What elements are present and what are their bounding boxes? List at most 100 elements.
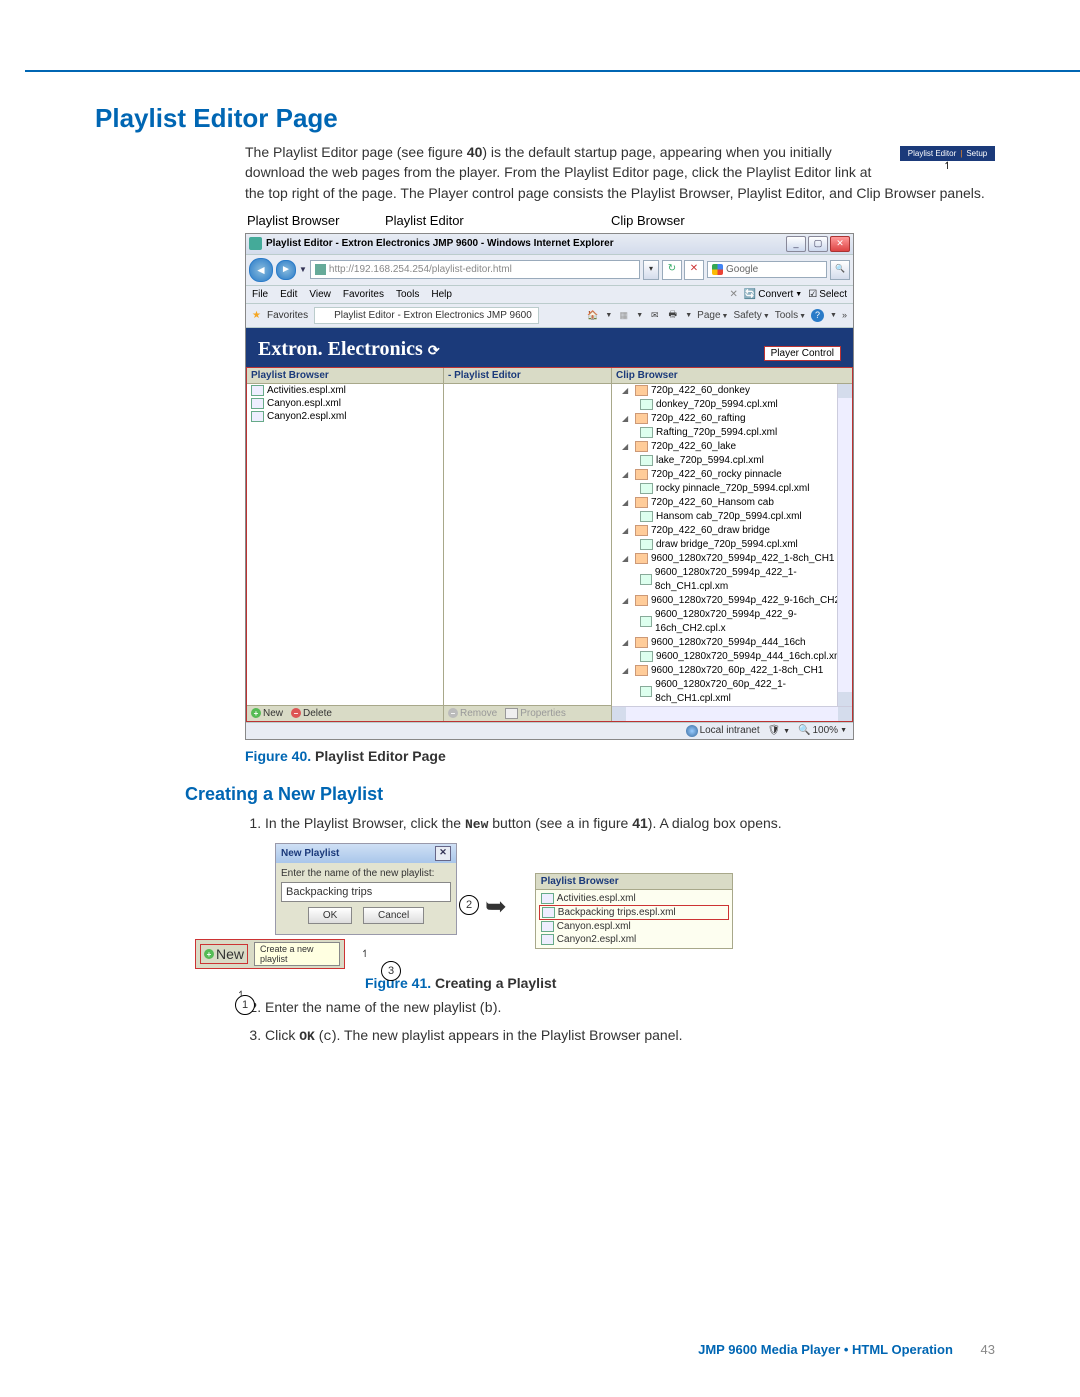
tree-folder[interactable]: ◢720p_422_60_rafting [612, 412, 852, 426]
mail-icon[interactable]: ✉ [648, 309, 661, 322]
convert-button[interactable]: 🔄Convert ▼ [744, 289, 802, 300]
horizontal-scrollbar[interactable] [612, 706, 852, 721]
plus-icon: + [204, 949, 214, 959]
steps-list-cont: Enter the name of the new playlist (b). … [245, 997, 995, 1048]
list-item[interactable]: Activities.espl.xml [247, 384, 443, 397]
expand-icon[interactable]: ◢ [622, 468, 630, 482]
list-item[interactable]: Canyon2.espl.xml [539, 933, 729, 946]
dialog-close-button[interactable]: ✕ [435, 846, 451, 861]
playlist-browser-panel: Playlist Browser Activities.espl.xml Can… [247, 368, 444, 721]
file-icon [640, 511, 653, 522]
cancel-button[interactable]: Cancel [363, 907, 424, 924]
tree-folder[interactable]: ◢9600_1280x720_5994p_444_16ch [612, 636, 852, 650]
list-item-new[interactable]: Backpacking trips.espl.xml [539, 905, 729, 920]
tree-folder[interactable]: ◢9600_1280x720_5994p_422_9-16ch_CH2 [612, 594, 852, 608]
home-icon[interactable]: 🏠 [586, 309, 599, 322]
ok-button[interactable]: OK [308, 907, 352, 924]
tree-file[interactable]: donkey_720p_5994.cpl.xml [612, 398, 852, 412]
folder-icon [635, 441, 648, 452]
clip-browser-header: Clip Browser [612, 368, 852, 384]
new-button-hl[interactable]: +New [200, 944, 248, 964]
url-dropdown-button[interactable]: ▾ [643, 260, 659, 280]
expand-icon[interactable]: ◢ [622, 440, 630, 454]
list-item[interactable]: Canyon.espl.xml [247, 397, 443, 410]
star-icon[interactable]: ★ [252, 310, 261, 321]
expand-icon[interactable]: ◢ [622, 384, 630, 398]
tree-file[interactable]: 9600_1280x720_5994p_422_9-16ch_CH2.cpl.x [612, 608, 852, 636]
player-control-link[interactable]: Player Control [764, 346, 841, 361]
new-playlist-dialog: New Playlist✕ Enter the name of the new … [275, 843, 457, 935]
tree-file[interactable]: Hansom cab_720p_5994.cpl.xml [612, 510, 852, 524]
menu-file[interactable]: File [252, 289, 268, 300]
ie-window: Playlist Editor - Extron Electronics JMP… [245, 233, 854, 740]
list-item[interactable]: Canyon2.espl.xml [247, 410, 443, 423]
xml-icon [251, 385, 264, 396]
xml-icon [542, 907, 555, 918]
menu-edit[interactable]: Edit [280, 289, 297, 300]
dialog-title: New Playlist [281, 848, 339, 859]
tree-file[interactable]: rocky pinnacle_720p_5994.cpl.xml [612, 482, 852, 496]
delete-button[interactable]: –Delete [291, 708, 332, 719]
file-icon [640, 539, 653, 550]
minimize-button[interactable]: _ [786, 236, 806, 252]
tree-file[interactable]: 9600_1280x720_60p_422_1-8ch_CH1.cpl.xml [612, 678, 852, 706]
browser-tab[interactable]: Playlist Editor - Extron Electronics JMP… [314, 307, 539, 324]
new-button[interactable]: +New [251, 708, 283, 719]
expand-icon[interactable]: ◢ [622, 636, 630, 650]
url-field[interactable]: http://192.168.254.254/playlist-editor.h… [310, 260, 640, 279]
figure-40-caption: Figure 40. Playlist Editor Page [245, 748, 995, 764]
footer-title: JMP 9600 Media Player • HTML Operation [698, 1342, 953, 1357]
playlist-name-input[interactable]: Backpacking trips [281, 882, 451, 902]
expand-icon[interactable]: ◢ [622, 524, 630, 538]
back-button[interactable]: ◄ [249, 258, 273, 282]
menu-help[interactable]: Help [431, 289, 452, 300]
refresh-button[interactable]: ↻ [662, 260, 682, 280]
tree-folder[interactable]: ◢720p_422_60_rocky pinnacle [612, 468, 852, 482]
tree-file[interactable]: lake_720p_5994.cpl.xml [612, 454, 852, 468]
tree-folder[interactable]: ◢720p_422_60_draw bridge [612, 524, 852, 538]
zoom-control[interactable]: 🔍 100% ▼ [798, 725, 847, 736]
status-zone: Local intranet [700, 725, 760, 736]
tree-file[interactable]: draw bridge_720p_5994.cpl.xml [612, 538, 852, 552]
tree-file[interactable]: 9600_1280x720_5994p_422_1-8ch_CH1.cpl.xm [612, 566, 852, 594]
tree-folder[interactable]: ◢720p_422_60_Hansom cab [612, 496, 852, 510]
tree-folder[interactable]: ◢720p_422_60_donkey [612, 384, 852, 398]
search-go-button[interactable]: 🔍 [830, 260, 850, 280]
forward-button[interactable]: ► [276, 260, 296, 280]
expand-icon[interactable]: ◢ [622, 594, 630, 608]
properties-button: Properties [505, 708, 566, 719]
search-box[interactable]: Google [707, 261, 827, 278]
close-button[interactable]: ✕ [830, 236, 850, 252]
tree-folder[interactable]: ◢9600_1280x720_60p_422_1-8ch_CH1 [612, 664, 852, 678]
maximize-button[interactable]: ▢ [808, 236, 828, 252]
vertical-scrollbar[interactable] [837, 384, 852, 706]
stop-button[interactable]: ✕ [684, 260, 704, 280]
favorites-label[interactable]: Favorites [267, 310, 308, 321]
select-button[interactable]: ☑Select [808, 289, 847, 300]
window-title: Playlist Editor - Extron Electronics JMP… [266, 238, 786, 249]
feeds-icon[interactable]: ▦ [617, 309, 630, 322]
help-icon[interactable]: ? [811, 309, 824, 322]
print-icon[interactable]: 🖶 [666, 309, 679, 322]
tree-folder[interactable]: ◢720p_422_60_lake [612, 440, 852, 454]
page-menu[interactable]: Page▼ [697, 310, 728, 321]
history-dropdown-icon[interactable]: ▼ [299, 265, 307, 274]
expand-icon[interactable]: ◢ [622, 496, 630, 510]
xml-icon [541, 934, 554, 945]
expand-icon[interactable]: ◢ [622, 552, 630, 566]
menu-view[interactable]: View [309, 289, 331, 300]
clip-browser-panel: Clip Browser ◢720p_422_60_donkeydonkey_7… [612, 368, 852, 721]
expand-icon[interactable]: ◢ [622, 664, 630, 678]
tree-file[interactable]: 9600_1280x720_5994p_444_16ch.cpl.xml [612, 650, 852, 664]
tab-playlist-editor: Playlist Editor [908, 149, 956, 158]
expand-icon[interactable]: ◢ [622, 412, 630, 426]
tree-folder[interactable]: ◢9600_1280x720_5994p_422_1-8ch_CH1 [612, 552, 852, 566]
list-item[interactable]: Activities.espl.xml [539, 892, 729, 905]
protected-mode-icon[interactable]: 🛡 ▼ [768, 725, 790, 736]
menu-tools[interactable]: Tools [396, 289, 419, 300]
tree-file[interactable]: Rafting_720p_5994.cpl.xml [612, 426, 852, 440]
list-item[interactable]: Canyon.espl.xml [539, 920, 729, 933]
tools-menu[interactable]: Tools▼ [775, 310, 806, 321]
menu-favorites[interactable]: Favorites [343, 289, 384, 300]
safety-menu[interactable]: Safety▼ [733, 310, 769, 321]
